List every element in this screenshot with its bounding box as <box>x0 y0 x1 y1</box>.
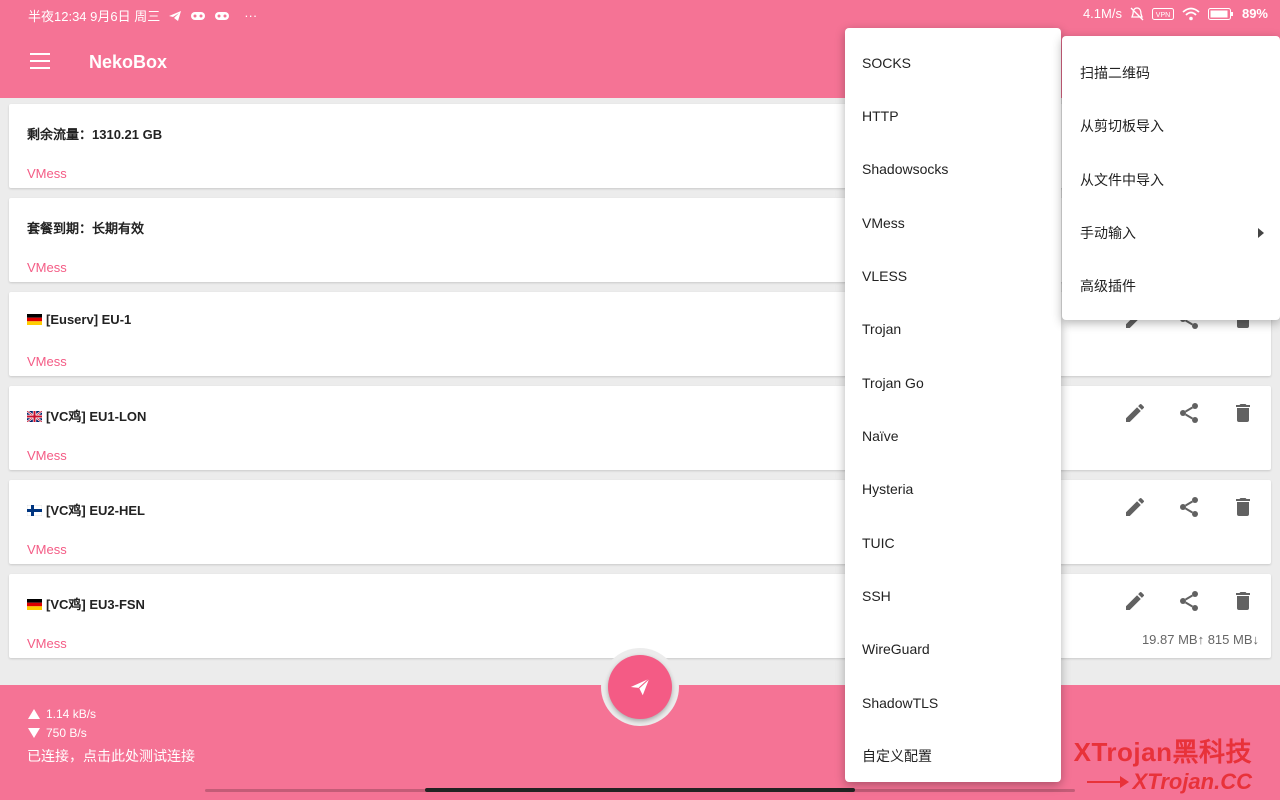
profile-actions <box>1123 589 1255 613</box>
profile-card[interactable]: [VC鸡] EU3-FSN VMess 19.87 MB↑ 815 MB↓ <box>9 574 1271 658</box>
menu-item-shadowsocks[interactable]: Shadowsocks <box>845 142 1061 195</box>
watermark-url: XTrojan.CC <box>1132 769 1252 794</box>
menu-item-import-file[interactable]: 从文件中导入 <box>1062 153 1280 206</box>
menu-item-shadowtls[interactable]: ShadowTLS <box>845 676 1061 729</box>
menu-item-trojan-go[interactable]: Trojan Go <box>845 356 1061 409</box>
battery-level: 89% <box>1241 6 1268 21</box>
profile-name: 剩余流量：1310.21 GB <box>27 127 163 142</box>
profile-type: VMess <box>27 354 67 369</box>
menu-item-ssh[interactable]: SSH <box>845 569 1061 622</box>
menu-item-advanced-plugins[interactable]: 高级插件 <box>1062 259 1280 312</box>
profile-actions <box>1123 495 1255 519</box>
game-controller-icon <box>215 11 230 20</box>
uk-flag-icon <box>27 411 42 422</box>
svg-text:VPN: VPN <box>1156 12 1170 19</box>
network-speed: 4.1M/s <box>1082 6 1122 21</box>
profile-actions <box>1123 401 1255 425</box>
menu-item-scan-qr[interactable]: 扫描二维码 <box>1062 46 1280 99</box>
menu-item-import-clipboard[interactable]: 从剪切板导入 <box>1062 99 1280 152</box>
delete-icon[interactable] <box>1231 401 1255 425</box>
more-notifications-icon: ··· <box>244 8 258 23</box>
profile-type: VMess <box>27 166 67 181</box>
share-icon[interactable] <box>1177 495 1201 519</box>
menu-item-trojan[interactable]: Trojan <box>845 302 1061 355</box>
profile-name: [VC鸡] EU2-HEL <box>46 503 145 518</box>
bell-off-icon <box>1130 6 1144 20</box>
status-time: 半夜12:34 9月6日 周三 <box>28 9 161 24</box>
download-arrow-icon <box>28 728 40 738</box>
profile-type: VMess <box>27 448 67 463</box>
menu-item-manual-input[interactable]: 手动输入 <box>1062 206 1280 259</box>
de-flag-icon <box>27 599 42 610</box>
menu-item-socks[interactable]: SOCKS <box>845 36 1061 89</box>
fi-flag-icon <box>27 505 42 516</box>
connection-status[interactable]: 已连接，点击此处测试连接 <box>27 746 195 766</box>
menu-item-http[interactable]: HTTP <box>845 89 1061 142</box>
edit-icon[interactable] <box>1123 401 1147 425</box>
protocol-menu: SOCKS HTTP Shadowsocks VMess VLESS Troja… <box>845 28 1061 782</box>
profile-name: [Euserv] EU-1 <box>46 312 132 327</box>
battery-icon <box>1207 7 1233 20</box>
status-bar: 半夜12:34 9月6日 周三 ··· 4.1M/s VPN 89% <box>0 0 1280 28</box>
wifi-icon <box>1182 7 1200 20</box>
profile-type: VMess <box>27 542 67 557</box>
menu-item-custom-config[interactable]: 自定义配置 <box>845 729 1061 782</box>
delete-icon[interactable] <box>1231 589 1255 613</box>
profile-name: [VC鸡] EU3-FSN <box>46 597 145 612</box>
menu-item-tuic[interactable]: TUIC <box>845 516 1061 569</box>
add-profile-menu: 扫描二维码 从剪切板导入 从文件中导入 手动输入 高级插件 <box>1062 36 1280 320</box>
app-title: NekoBox <box>89 52 168 72</box>
hamburger-menu-icon[interactable] <box>30 53 50 69</box>
game-controller-icon <box>191 11 206 20</box>
menu-item-hysteria[interactable]: Hysteria <box>845 462 1061 515</box>
menu-item-naive[interactable]: Naïve <box>845 409 1061 462</box>
profile-name: [VC鸡] EU1-LON <box>46 409 147 424</box>
upload-speed: 1.14 kB/s <box>46 707 97 721</box>
upload-arrow-icon <box>28 709 40 719</box>
vpn-icon: VPN <box>1151 7 1174 20</box>
profile-name: 套餐到期：长期有效 <box>27 221 145 236</box>
home-indicator[interactable] <box>425 788 855 792</box>
watermark: XTrojan黑科技 XTrojan.CC <box>1074 732 1252 795</box>
delete-icon[interactable] <box>1231 495 1255 519</box>
traffic-stats: 19.87 MB↑ 815 MB↓ <box>1141 632 1259 647</box>
watermark-title: XTrojan黑科技 <box>1073 737 1252 767</box>
arrow-right-icon <box>1086 776 1129 788</box>
telegram-icon <box>169 10 182 21</box>
de-flag-icon <box>27 314 42 325</box>
profile-type: VMess <box>27 260 67 275</box>
connect-fab-button[interactable] <box>608 655 672 719</box>
edit-icon[interactable] <box>1123 495 1147 519</box>
share-icon[interactable] <box>1177 401 1201 425</box>
send-icon <box>630 678 650 696</box>
download-speed: 750 B/s <box>46 726 87 740</box>
edit-icon[interactable] <box>1123 589 1147 613</box>
menu-item-wireguard[interactable]: WireGuard <box>845 622 1061 675</box>
menu-item-vmess[interactable]: VMess <box>845 196 1061 249</box>
menu-item-label: 手动输入 <box>1080 224 1136 241</box>
share-icon[interactable] <box>1177 589 1201 613</box>
profile-type: VMess <box>27 636 67 651</box>
submenu-arrow-icon <box>1258 228 1264 238</box>
profile-card[interactable]: [VC鸡] EU2-HEL VMess <box>9 480 1271 564</box>
menu-item-vless[interactable]: VLESS <box>845 249 1061 302</box>
profile-card[interactable]: [VC鸡] EU1-LON VMess <box>9 386 1271 470</box>
